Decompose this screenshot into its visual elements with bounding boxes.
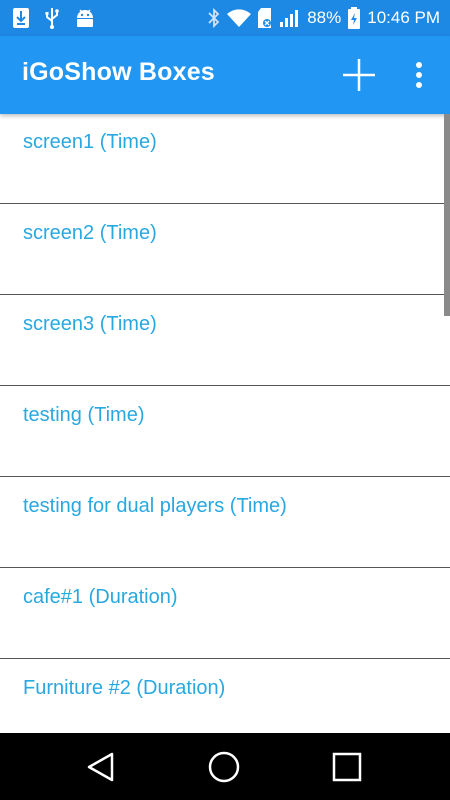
bluetooth-icon <box>208 7 220 29</box>
more-vert-icon <box>416 62 422 88</box>
usb-icon <box>45 8 59 29</box>
home-button[interactable] <box>207 750 241 784</box>
status-bar-right: 88% 10:46 PM <box>207 6 440 30</box>
status-bar-left <box>12 6 96 30</box>
sd-card-icon <box>258 8 272 28</box>
app-title: iGoShow Boxes <box>22 58 215 86</box>
list-item-label: testing (Time) <box>23 404 145 426</box>
recents-icon <box>332 752 362 782</box>
list-item[interactable]: screen3 (Time) <box>0 296 450 386</box>
home-icon <box>208 751 240 783</box>
back-button[interactable] <box>84 750 118 784</box>
list-item-label: cafe#1 (Duration) <box>23 586 178 608</box>
add-button[interactable] <box>340 56 378 94</box>
battery-percent: 88% <box>307 8 342 27</box>
navigation-bar <box>0 733 450 800</box>
status-bar: 88% 10:46 PM <box>0 0 450 36</box>
add-icon <box>343 59 375 91</box>
recents-button[interactable] <box>330 750 364 784</box>
list-item[interactable]: testing for dual players (Time) <box>0 478 450 568</box>
signal-icon <box>280 10 299 27</box>
battery-charging-icon <box>348 7 361 29</box>
wifi-icon <box>227 9 252 27</box>
android-icon <box>77 9 93 27</box>
list-item[interactable]: screen1 (Time) <box>0 114 450 204</box>
list-item-label: screen3 (Time) <box>23 313 157 335</box>
list-item-label: testing for dual players (Time) <box>23 495 287 517</box>
list-item[interactable]: screen2 (Time) <box>0 205 450 295</box>
list-item-label: screen1 (Time) <box>23 131 157 153</box>
clock: 10:46 PM <box>367 8 440 27</box>
download-icon <box>13 8 29 28</box>
box-list: screen1 (Time) screen2 (Time) screen3 (T… <box>0 114 450 734</box>
scrollbar[interactable] <box>444 114 450 316</box>
back-icon <box>87 752 114 782</box>
list-item[interactable]: Furniture #2 (Duration) <box>0 660 450 734</box>
overflow-menu-button[interactable] <box>406 56 432 94</box>
list-item-label: Furniture #2 (Duration) <box>23 677 226 699</box>
list-item[interactable]: testing (Time) <box>0 387 450 477</box>
app-bar: iGoShow Boxes <box>0 36 450 114</box>
list-item-label: screen2 (Time) <box>23 222 157 244</box>
list-item[interactable]: cafe#1 (Duration) <box>0 569 450 659</box>
